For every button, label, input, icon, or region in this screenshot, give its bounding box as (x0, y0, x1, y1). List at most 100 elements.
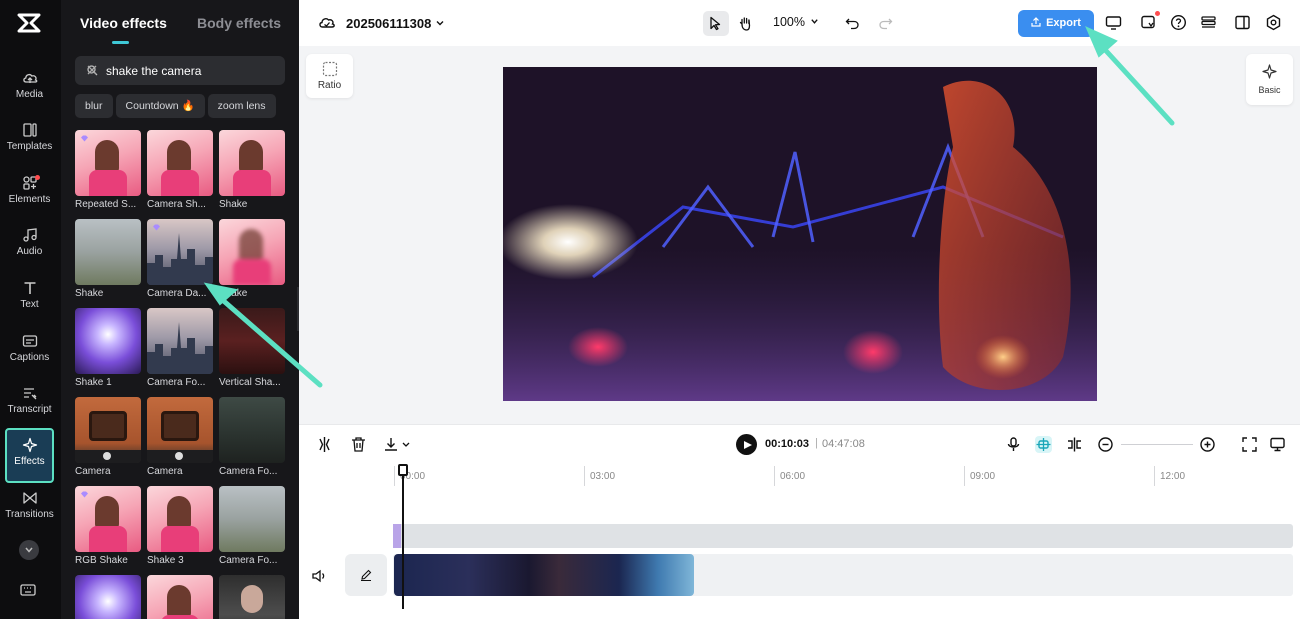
left-rail: Media Templates Elements Audio Text Captions T… (0, 0, 61, 619)
ruler-tick-label: 12:00 (1160, 471, 1186, 482)
effects-search-input[interactable]: shake the camera (75, 56, 285, 85)
effect-card[interactable]: Shake (219, 219, 285, 301)
effects-tabs: Video effects Body effects (61, 0, 299, 46)
project-name: 202506111308 (346, 16, 432, 31)
select-tool-button[interactable] (703, 11, 729, 36)
text-icon (24, 282, 35, 294)
rail-item-elements[interactable]: Elements (0, 175, 59, 225)
video-preview[interactable] (503, 67, 1097, 401)
download-menu-icon[interactable] (383, 435, 413, 454)
effect-card[interactable]: RGB Shake (75, 486, 141, 568)
rail-item-effects[interactable]: Effects (5, 428, 54, 483)
delete-icon[interactable] (349, 435, 368, 454)
undo-button[interactable] (840, 11, 866, 36)
tab-video-effects[interactable]: Video effects (80, 15, 167, 31)
magnet-snap-button[interactable] (1035, 436, 1052, 453)
effect-card[interactable]: Camera (147, 397, 213, 479)
new-badge (35, 175, 40, 180)
capcut-logo[interactable] (17, 12, 41, 34)
transitions-icon (22, 492, 37, 504)
effect-thumbnail (147, 130, 213, 196)
rail-item-label: Audio (16, 246, 43, 257)
effect-card[interactable] (147, 575, 213, 619)
effect-card[interactable]: Shake (75, 219, 141, 301)
tab-body-effects[interactable]: Body effects (197, 15, 281, 31)
suggestion-chip[interactable]: blur (75, 94, 113, 118)
redo-button[interactable] (873, 11, 899, 36)
effect-card[interactable] (75, 575, 141, 619)
effect-card[interactable] (219, 575, 285, 619)
split-icon[interactable] (315, 435, 334, 454)
ratio-button[interactable]: Ratio (306, 54, 353, 98)
redo-icon (879, 18, 893, 30)
sparkle-icon (1262, 64, 1277, 79)
rail-item-text[interactable]: Text (0, 280, 59, 330)
effect-name: Camera Fo... (219, 555, 278, 566)
timeline-ruler[interactable]: 00:00 03:00 06:00 09:00 12:00 (394, 464, 1300, 486)
effect-thumbnail (75, 219, 141, 285)
effect-card[interactable]: Shake 3 (147, 486, 213, 568)
chevron-down-icon (436, 21, 444, 26)
effect-card[interactable]: Camera Sh... (147, 130, 213, 212)
zoom-value: 100% (773, 15, 805, 29)
rail-item-templates[interactable]: Templates (0, 122, 59, 172)
hand-icon (739, 17, 751, 31)
suggestion-chip[interactable]: zoom lens (207, 94, 276, 118)
export-label: Export (1046, 17, 1081, 29)
more-tools-button[interactable] (19, 540, 39, 560)
effect-name: Shake (75, 288, 104, 299)
rail-item-audio[interactable]: Audio (0, 227, 59, 277)
play-button[interactable] (736, 434, 757, 455)
rail-item-label: Effects (14, 456, 45, 467)
effect-thumbnail (75, 486, 141, 552)
video-clip[interactable] (394, 554, 694, 596)
video-frame (503, 67, 1097, 401)
effect-card[interactable]: Camera (75, 397, 141, 479)
zoom-select[interactable]: 100% (773, 15, 819, 29)
timeline[interactable]: 00:00 03:00 06:00 09:00 12:00 (299, 464, 1300, 619)
keyboard-icon[interactable] (20, 583, 36, 597)
rail-item-captions[interactable]: Captions (0, 333, 59, 383)
zoom-out-icon[interactable] (1097, 436, 1114, 453)
clear-search-icon[interactable] (87, 65, 97, 75)
export-button[interactable]: Export (1018, 10, 1094, 37)
captions-icon (22, 335, 37, 347)
playhead-handle[interactable] (398, 464, 408, 476)
timeline-zoom-slider[interactable] (1121, 444, 1193, 445)
premium-diamond-icon (81, 491, 88, 498)
playhead[interactable] (398, 464, 408, 609)
effect-card[interactable]: Camera Fo... (219, 397, 285, 479)
settings-gear-icon[interactable] (1265, 14, 1282, 31)
effect-card[interactable]: Camera Fo... (219, 486, 285, 568)
effect-card[interactable]: Shake 1 (75, 308, 141, 390)
link-split-icon[interactable] (1066, 436, 1083, 453)
effect-card[interactable]: Camera Da... (147, 219, 213, 301)
effect-card[interactable]: Shake (219, 130, 285, 212)
effect-track[interactable] (393, 524, 1293, 548)
hand-tool-button[interactable] (733, 11, 759, 36)
basic-button[interactable]: Basic (1246, 54, 1293, 105)
help-icon[interactable] (1170, 14, 1187, 31)
notifications-button[interactable] (1140, 11, 1160, 31)
edit-cover-button[interactable] (345, 554, 387, 596)
layout-panels-icon[interactable] (1234, 14, 1251, 31)
screen-monitor-icon[interactable] (1105, 14, 1122, 31)
effect-card[interactable]: Repeated S... (75, 130, 141, 212)
rail-item-transitions[interactable]: Transitions (0, 490, 59, 540)
aspect-ratio-icon (322, 61, 337, 77)
microphone-icon[interactable] (1005, 436, 1022, 453)
effect-thumbnail (219, 575, 285, 619)
fit-timeline-icon[interactable] (1241, 436, 1258, 453)
preview-screen-icon[interactable] (1269, 436, 1286, 453)
effect-card[interactable]: Camera Fo... (147, 308, 213, 390)
zoom-in-icon[interactable] (1199, 436, 1216, 453)
effects-panel: Video effects Body effects shake the cam… (61, 0, 299, 619)
rail-item-media[interactable]: Media (0, 70, 59, 120)
volume-icon[interactable] (311, 568, 327, 584)
layers-icon[interactable] (1200, 14, 1217, 31)
shield-icon (1141, 15, 1155, 29)
suggestion-chip[interactable]: Countdown 🔥 (115, 94, 205, 118)
ratio-label: Ratio (317, 80, 342, 91)
effect-card[interactable]: Vertical Sha... (219, 308, 285, 390)
preview-stage: Ratio Basic (299, 46, 1300, 424)
